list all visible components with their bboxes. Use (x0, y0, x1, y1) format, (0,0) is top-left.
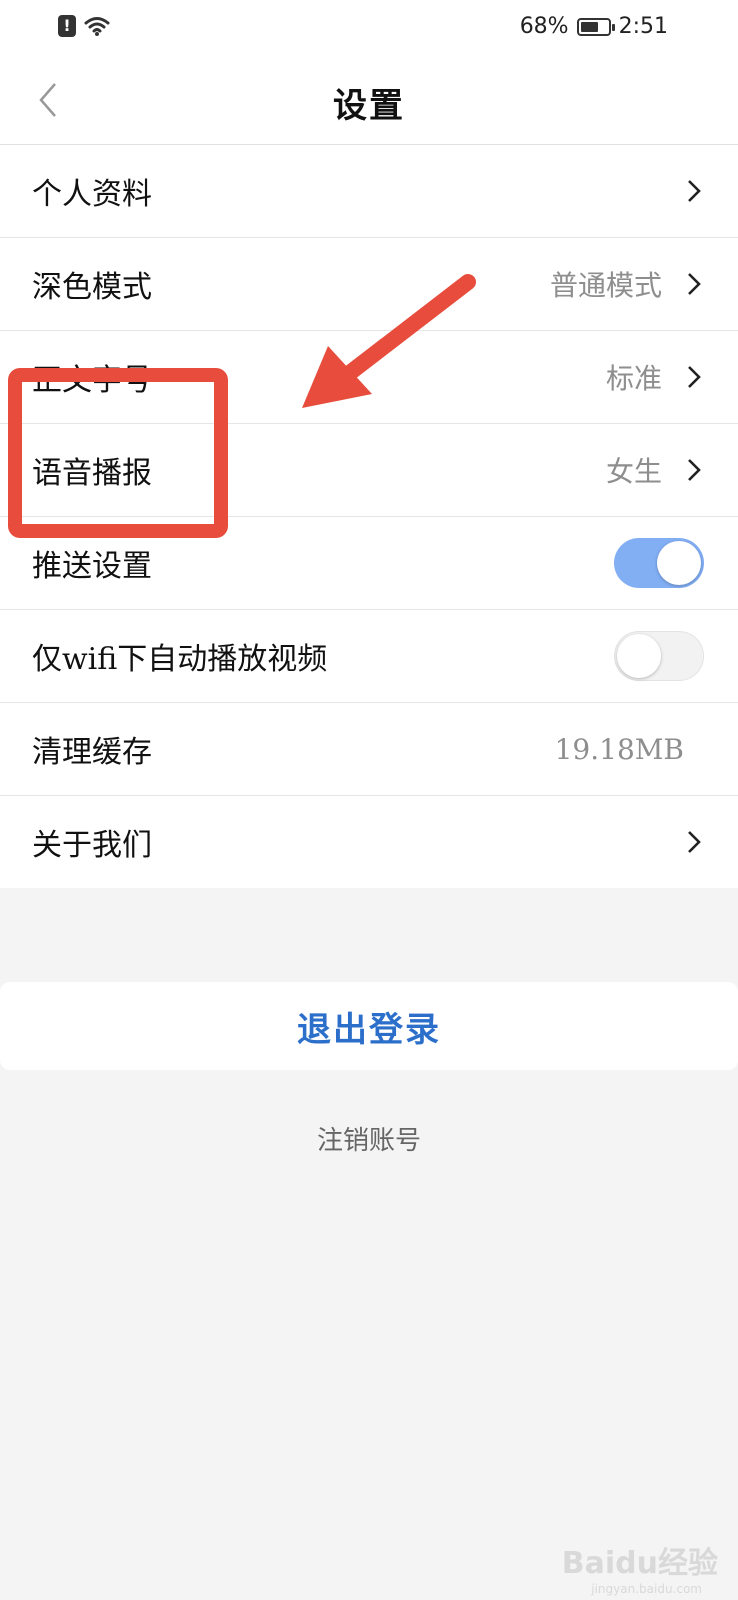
settings-row[interactable]: 个人资料 (0, 145, 738, 238)
settings-row-label: 个人资料 (32, 177, 152, 212)
settings-row-value: 女生 (605, 455, 662, 488)
toggle-switch[interactable] (614, 631, 704, 681)
settings-row-label: 清理缓存 (32, 735, 152, 770)
chevron-right-icon (688, 273, 701, 295)
status-icons-right: 68% 2:51 (520, 14, 668, 39)
settings-row-label: 推送设置 (32, 549, 152, 584)
settings-row[interactable]: 清理缓存 19.18MB (0, 703, 738, 796)
toggle-knob (657, 541, 701, 585)
chevron-right-icon (688, 459, 701, 481)
status-icons-left: ! (58, 15, 110, 37)
watermark-logo: Baidu经验 (561, 1546, 718, 1581)
settings-row-label: 关于我们 (32, 828, 152, 863)
battery-percent: 68% (519, 14, 569, 39)
annotation-arrow-icon (302, 274, 476, 408)
app-header: 设置 (0, 56, 738, 145)
wifi-icon (84, 17, 110, 36)
toggle-knob (617, 634, 661, 678)
annotation-highlight-box (8, 368, 228, 538)
logout-button[interactable]: 退出登录 (0, 982, 738, 1070)
settings-row-label: 仅wifi下自动播放视频 (32, 642, 328, 677)
status-bar: ! 68% 2:51 (0, 0, 738, 56)
settings-row-value: 19.18MB (554, 732, 684, 766)
clock: 2:51 (618, 14, 668, 39)
toggle-switch[interactable] (614, 538, 704, 588)
battery-fill (580, 21, 599, 32)
settings-row-value: 标准 (605, 362, 662, 395)
page-title: 设置 (333, 86, 405, 126)
settings-row-label: 深色模式 (32, 270, 152, 305)
settings-row[interactable]: 关于我们 (0, 796, 738, 888)
chevron-right-icon (688, 180, 701, 202)
chevron-right-icon (688, 831, 701, 853)
settings-row-value: 普通模式 (549, 269, 662, 302)
battery-icon (576, 17, 615, 36)
alert-icon: ! (58, 15, 76, 37)
chevron-right-icon (688, 366, 701, 388)
deactivate-account-link[interactable]: 注销账号 (0, 1120, 738, 1157)
watermark-url: jingyan.baidu.com (591, 1582, 702, 1596)
settings-row[interactable]: 仅wifi下自动播放视频 (0, 610, 738, 703)
